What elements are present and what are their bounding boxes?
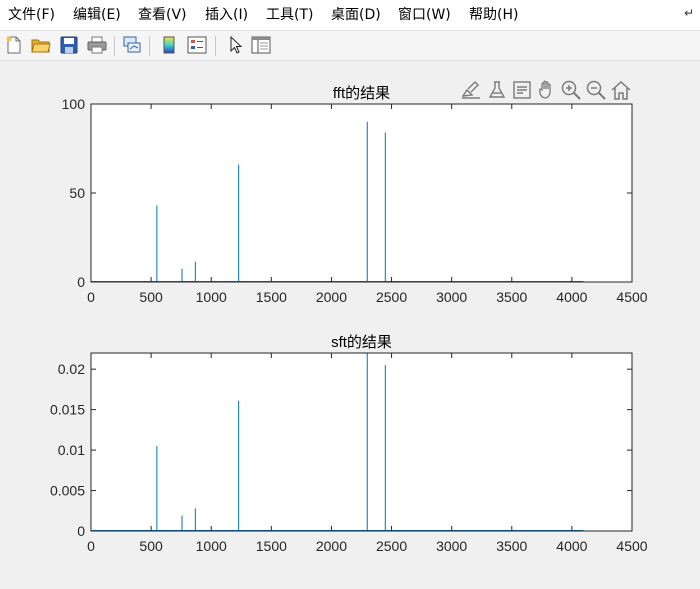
x-tick-label: 0 (87, 289, 95, 305)
figure-canvas: 0 500 1000 1500 2000 2500 3000 3500 4000 45000501… (50, 80, 648, 554)
link-plot-icon[interactable] (121, 34, 143, 56)
edit-plot-icon[interactable] (513, 81, 531, 99)
zoom-out-icon[interactable] (586, 80, 606, 100)
menu-view[interactable]: 查看(V) (138, 5, 187, 25)
y-tick-label: 0.005 (50, 483, 85, 499)
x-tick-label: 2500 (376, 289, 407, 305)
x-tick-label: 2500 (376, 538, 407, 554)
zoom-in-icon[interactable] (561, 80, 581, 100)
x-tick-label: 500 (139, 289, 163, 305)
plot-area[interactable] (91, 104, 632, 282)
plot-area[interactable] (91, 353, 632, 531)
menu-insert[interactable]: 插入(I) (205, 5, 248, 25)
menu-help[interactable]: 帮助(H) (469, 5, 518, 25)
open-folder-icon[interactable] (30, 34, 52, 56)
menu-bar: 文件(F) 编辑(E) 查看(V) 插入(I) 工具(T) 桌面(D) 窗口(W… (0, 0, 700, 31)
axes-toolbar (461, 80, 631, 100)
colorbar-icon[interactable] (158, 34, 180, 56)
x-tick-label: 4500 (616, 289, 647, 305)
figure-toolbar (0, 31, 700, 61)
print-icon[interactable] (86, 34, 108, 56)
menu-tools[interactable]: 工具(T) (266, 5, 313, 25)
menu-edit[interactable]: 编辑(E) (73, 5, 121, 25)
x-tick-label: 0 (87, 538, 95, 554)
property-inspector-icon[interactable] (250, 34, 272, 56)
sft-result-plot: 0 500 1000 1500 2000 2500 3000 3500 4000 4500 0 0.0… (50, 334, 648, 554)
x-tick-label: 1500 (256, 538, 287, 554)
menubar-overflow-icon[interactable]: ↵ (684, 6, 694, 20)
x-tick-label: 1000 (196, 538, 227, 554)
new-file-icon[interactable] (3, 34, 25, 56)
brush-icon[interactable] (461, 81, 480, 99)
pan-icon[interactable] (538, 80, 551, 99)
y-tick-label: 0.01 (58, 442, 85, 458)
x-tick-label: 4500 (616, 538, 647, 554)
x-tick-label: 3000 (436, 538, 467, 554)
x-tick-label: 4000 (556, 289, 587, 305)
y-tick-label: 0 (77, 523, 85, 539)
x-tick-label: 4000 (556, 538, 587, 554)
plot-title: fft的结果 (333, 85, 390, 102)
legend-icon[interactable] (186, 34, 208, 56)
toolbar-separator (215, 36, 216, 56)
x-tick-label: 1000 (196, 289, 227, 305)
x-tick-label: 1500 (256, 289, 287, 305)
fft-result-plot: 0 500 1000 1500 2000 2500 3000 3500 4000 4500 0 50 1… (62, 85, 648, 305)
data-tips-icon[interactable] (488, 81, 506, 98)
plot-title: sft的结果 (331, 334, 392, 351)
x-tick-label: 2000 (316, 289, 347, 305)
toolbar-separator (149, 36, 150, 56)
menu-window[interactable]: 窗口(W) (398, 5, 451, 25)
y-tick-label: 0.02 (58, 361, 85, 377)
x-tick-label: 3000 (436, 289, 467, 305)
y-tick-label: 0 (77, 274, 85, 290)
y-tick-label: 0.015 (50, 402, 85, 418)
toolbar-separator (114, 36, 115, 56)
y-tick-label: 50 (69, 185, 85, 201)
x-tick-label: 3500 (496, 289, 527, 305)
menu-file[interactable]: 文件(F) (8, 5, 55, 25)
x-tick-label: 2000 (316, 538, 347, 554)
home-icon[interactable] (611, 80, 631, 100)
y-tick-label: 100 (62, 96, 86, 112)
pointer-icon[interactable] (224, 34, 246, 56)
menu-desktop[interactable]: 桌面(D) (331, 5, 381, 25)
x-tick-label: 500 (139, 538, 163, 554)
x-tick-label: 3500 (496, 538, 527, 554)
save-icon[interactable] (58, 34, 80, 56)
